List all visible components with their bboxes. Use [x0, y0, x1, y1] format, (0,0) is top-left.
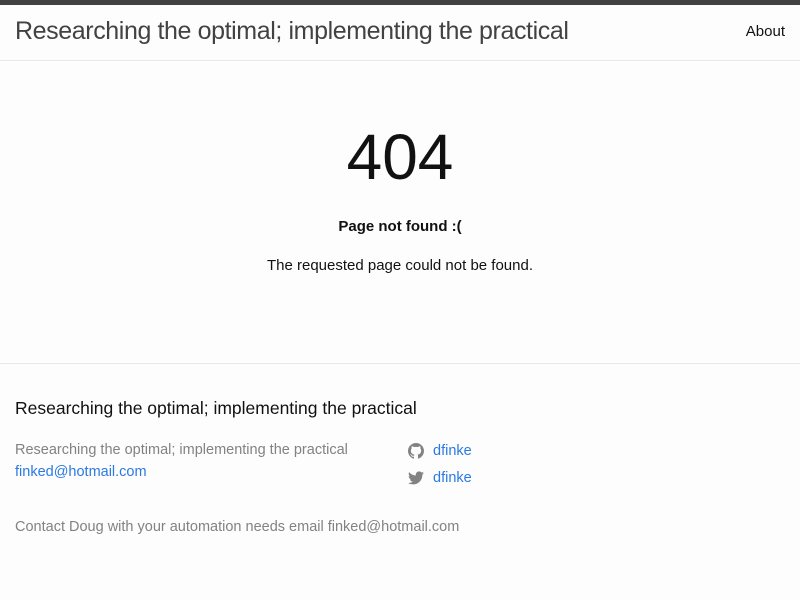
- footer-contact-list: Researching the optimal; implementing th…: [15, 439, 348, 483]
- github-username-link[interactable]: dfinke: [433, 443, 472, 459]
- page-content: 404 Page not found :( The requested page…: [0, 61, 800, 364]
- twitter-username-link[interactable]: dfinke: [433, 470, 472, 486]
- footer-tagline: Researching the optimal; implementing th…: [15, 442, 348, 458]
- error-heading: Page not found :(: [338, 218, 462, 235]
- footer-heading: Researching the optimal; implementing th…: [15, 398, 417, 418]
- error-code: 404: [346, 121, 454, 193]
- error-message: The requested page could not be found.: [266, 257, 534, 274]
- site-title-link[interactable]: Researching the optimal; implementing th…: [15, 17, 569, 46]
- github-icon: [408, 442, 424, 459]
- footer-social-list: dfinke dfinke: [408, 437, 472, 491]
- twitter-icon: [408, 471, 424, 484]
- github-social-item: dfinke: [408, 437, 472, 464]
- twitter-social-item: dfinke: [408, 464, 472, 491]
- site-header: Researching the optimal; implementing th…: [0, 5, 800, 61]
- site-footer: Researching the optimal; implementing th…: [0, 364, 800, 599]
- footer-description: Contact Doug with your automation needs …: [15, 519, 460, 535]
- nav-about-link[interactable]: About: [746, 23, 785, 40]
- footer-email-link[interactable]: finked@hotmail.com: [15, 464, 147, 480]
